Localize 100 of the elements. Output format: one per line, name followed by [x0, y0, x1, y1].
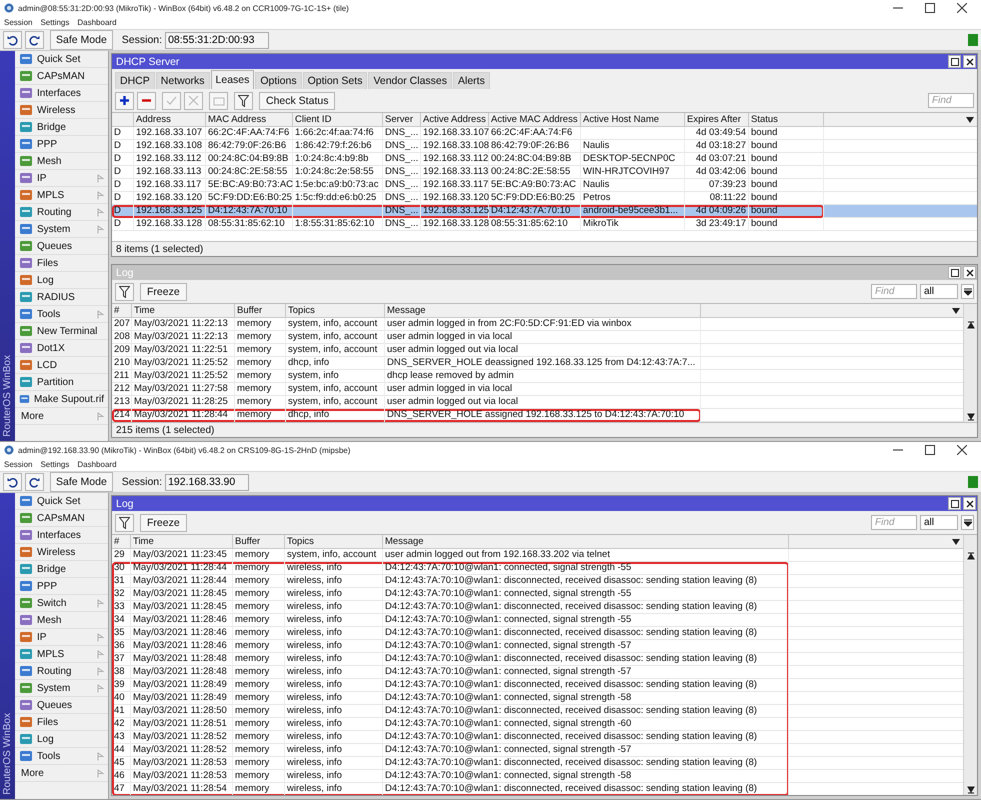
table-row[interactable]: 210 May/03/2021 11:25:52 memory dhcp, info DNS_SERVER_HOLE deassigned 192.168.33.125 from D4:12:43:7A:7...	[112, 357, 963, 370]
sidebar-item[interactable]: LCD	[15, 357, 108, 374]
sidebar-item[interactable]: Mesh	[15, 153, 108, 170]
filter-dropdown-button[interactable]	[961, 284, 974, 299]
table-row[interactable]: D 192.168.33.107 66:2C:4F:AA:74:F6 1:66:2c:4f:aa:74:f6 DNS_... 192.168.33.107 66:2C:4F:AA:74:F6 4d 03:49:54 bound	[112, 127, 977, 140]
sidebar-item[interactable]: PPP	[15, 136, 108, 153]
undo-button[interactable]	[3, 473, 22, 491]
safe-mode-button[interactable]: Safe Mode	[50, 472, 113, 492]
sidebar-item[interactable]: PPP	[15, 578, 108, 595]
sidebar-item[interactable]: Mesh	[15, 612, 108, 629]
sidebar-item[interactable]: Bridge	[15, 561, 108, 578]
table-row[interactable]: 208 May/03/2021 11:22:13 memory system, info, account user admin logged in via local	[112, 331, 963, 344]
menu-item[interactable]: Settings	[40, 460, 70, 469]
sidebar-item[interactable]: Make Supout.rif	[15, 391, 108, 408]
column-header[interactable]: Active Host Name	[581, 113, 685, 126]
sidebar-item[interactable]: Wireless	[15, 102, 108, 119]
sidebar-item[interactable]: More	[15, 765, 108, 782]
close-button[interactable]	[963, 497, 976, 510]
maximize-button[interactable]	[948, 266, 961, 279]
sidebar-item[interactable]: IP	[15, 629, 108, 646]
column-header[interactable]: Address	[134, 113, 206, 126]
menu-item[interactable]: Settings	[40, 18, 70, 27]
filter-button[interactable]	[115, 282, 134, 300]
sidebar-item[interactable]: System	[15, 680, 108, 697]
tab[interactable]: Options	[255, 72, 302, 89]
sidebar-item[interactable]: Quick Set	[15, 493, 108, 510]
filter-dropdown-button[interactable]	[961, 515, 974, 530]
menu-item[interactable]: Session	[4, 460, 32, 469]
sidebar-item[interactable]: IP	[15, 170, 108, 187]
sidebar-item[interactable]: MPLS	[15, 187, 108, 204]
table-row[interactable]: 45 May/03/2021 11:28:53 memory wireless, info D4:12:43:7A:70:10@wlan1: disconnected, received disassoc: sending station leaving (8)	[112, 757, 963, 770]
sidebar-item[interactable]: New Terminal	[15, 323, 108, 340]
table-row[interactable]: 31 May/03/2021 11:28:44 memory wireless, info D4:12:43:7A:70:10@wlan1: disconnected, received disassoc: sending station leaving (8)	[112, 575, 963, 588]
close-icon[interactable]	[957, 445, 967, 455]
tab[interactable]: Option Sets	[302, 72, 368, 89]
sidebar-item[interactable]: Tools	[15, 306, 108, 323]
sidebar-item[interactable]: Quick Set	[15, 51, 108, 68]
sidebar-item[interactable]: Log	[15, 731, 108, 748]
table-row[interactable]: 37 May/03/2021 11:28:48 memory wireless, info D4:12:43:7A:70:10@wlan1: disconnected, received disassoc: sending station leaving (8)	[112, 653, 963, 666]
column-header[interactable]: #	[112, 304, 132, 317]
table-row[interactable]: D 192.168.33.113 00:24:8C:2E:58:55 1:0:24:8c:2e:58:55 DNS_... 192.168.33.113 00:24:8C:2E:58:55 WIN-HRJTCOVIH97 4d 03:42:06 bound	[112, 166, 977, 179]
column-header[interactable]: Buffer	[235, 304, 286, 317]
tab[interactable]: Networks	[156, 72, 210, 89]
column-header[interactable]: Topics	[286, 304, 385, 317]
scrollbar[interactable]	[963, 535, 977, 795]
freeze-button[interactable]: Freeze	[140, 514, 187, 532]
find-field[interactable]: Find	[871, 284, 917, 299]
filter-button[interactable]	[115, 514, 134, 532]
table-row[interactable]: 212 May/03/2021 11:27:58 memory system, info, account user admin logged in via local	[112, 383, 963, 396]
column-header[interactable]: Client ID	[293, 113, 383, 126]
table-row[interactable]: 39 May/03/2021 11:28:49 memory wireless, info D4:12:43:7A:70:10@wlan1: disconnected, received disassoc: sending station leaving (8)	[112, 679, 963, 692]
sidebar-item[interactable]: Interfaces	[15, 85, 108, 102]
table-row[interactable]: 44 May/03/2021 11:28:52 memory wireless, info D4:12:43:7A:70:10@wlan1: connected, signal strength -57	[112, 744, 963, 757]
sidebar-item[interactable]: Dot1X	[15, 340, 108, 357]
find-field[interactable]: Find	[871, 515, 917, 530]
table-row[interactable]: D 192.168.33.128 08:55:31:85:62:10 1:8:55:31:85:62:10 DNS_... 192.168.33.128 08:55:31:85:62:10 MikroTik 3d 23:49:17 bound	[112, 218, 977, 231]
table-row[interactable]: 207 May/03/2021 11:22:13 memory system, info, account user admin logged in from 2C:F0:5D:CF:91:ED via winbox	[112, 318, 963, 331]
sidebar-item[interactable]: Log	[15, 272, 108, 289]
table-row[interactable]: D 192.168.33.117 5E:BC:A9:B0:73:AC 1:5e:bc:a9:b0:73:ac DNS_... 192.168.33.117 5E:BC:A9:B0:73:AC Naulis 07:39:23 bound	[112, 179, 977, 192]
table-row[interactable]: 30 May/03/2021 11:28:44 memory wireless, info D4:12:43:7A:70:10@wlan1: connected, signal strength -55	[112, 562, 963, 575]
column-header[interactable]: Buffer	[233, 535, 285, 548]
sidebar-item[interactable]: Interfaces	[15, 527, 108, 544]
table-row[interactable]: 43 May/03/2021 11:28:52 memory wireless, info D4:12:43:7A:70:10@wlan1: disconnected, received disassoc: sending station leaving (8)	[112, 731, 963, 744]
redo-button[interactable]	[25, 473, 44, 491]
table-row[interactable]: 46 May/03/2021 11:28:53 memory wireless, info D4:12:43:7A:70:10@wlan1: connected, signal strength -58	[112, 770, 963, 783]
undo-button[interactable]	[3, 31, 22, 49]
table-row[interactable]: 36 May/03/2021 11:28:46 memory wireless, info D4:12:43:7A:70:10@wlan1: connected, signal strength -57	[112, 640, 963, 653]
sidebar-item[interactable]: CAPsMAN	[15, 68, 108, 85]
redo-button[interactable]	[25, 31, 44, 49]
table-row[interactable]: 213 May/03/2021 11:28:25 memory system, info, account user admin logged out via local	[112, 396, 963, 409]
safe-mode-button[interactable]: Safe Mode	[50, 30, 113, 50]
table-row[interactable]: 34 May/03/2021 11:28:46 memory wireless, info D4:12:43:7A:70:10@wlan1: connected, signal strength -55	[112, 614, 963, 627]
sidebar-item[interactable]: Partition	[15, 374, 108, 391]
sidebar-item[interactable]: Queues	[15, 238, 108, 255]
sidebar-item[interactable]: Files	[15, 714, 108, 731]
table-row[interactable]: 29 May/03/2021 11:23:45 memory system, info, account user admin logged out from 192.168.33.202 via telnet	[112, 549, 963, 562]
sidebar-item[interactable]: Tools	[15, 748, 108, 765]
filter-select[interactable]: all	[920, 515, 958, 530]
table-row[interactable]: 209 May/03/2021 11:22:51 memory system, info, account user admin logged out via local	[112, 344, 963, 357]
column-header[interactable]: Time	[131, 535, 233, 548]
maximize-button[interactable]	[948, 497, 961, 510]
sidebar-item[interactable]: Wireless	[15, 544, 108, 561]
remove-button[interactable]	[137, 92, 156, 110]
column-header[interactable]: #	[112, 535, 131, 548]
table-row[interactable]: 40 May/03/2021 11:28:49 memory wireless, info D4:12:43:7A:70:10@wlan1: connected, signal strength -58	[112, 692, 963, 705]
table-row[interactable]: 41 May/03/2021 11:28:50 memory wireless, info D4:12:43:7A:70:10@wlan1: disconnected, received disassoc: sending station leaving (8)	[112, 705, 963, 718]
close-icon[interactable]	[957, 3, 967, 13]
close-button[interactable]	[963, 266, 976, 279]
column-header[interactable]: MAC Address	[206, 113, 293, 126]
maximize-icon[interactable]	[925, 3, 935, 13]
filter-button[interactable]	[234, 92, 253, 110]
table-row[interactable]: 35 May/03/2021 11:28:46 memory wireless, info D4:12:43:7A:70:10@wlan1: disconnected, received disassoc: sending station leaving (8)	[112, 627, 963, 640]
check-status-button[interactable]: Check Status	[259, 92, 336, 110]
sidebar-item[interactable]: More	[15, 408, 108, 425]
menu-item[interactable]: Dashboard	[77, 460, 117, 469]
maximize-icon[interactable]	[925, 445, 935, 455]
sidebar-item[interactable]: MPLS	[15, 646, 108, 663]
column-header[interactable]: Active MAC Address	[489, 113, 581, 126]
table-row[interactable]: 47 May/03/2021 11:28:54 memory wireless, info D4:12:43:7A:70:10@wlan1: disconnected, received disassoc: sending station leaving (8)	[112, 783, 963, 795]
column-header[interactable]: Active Address	[421, 113, 489, 126]
